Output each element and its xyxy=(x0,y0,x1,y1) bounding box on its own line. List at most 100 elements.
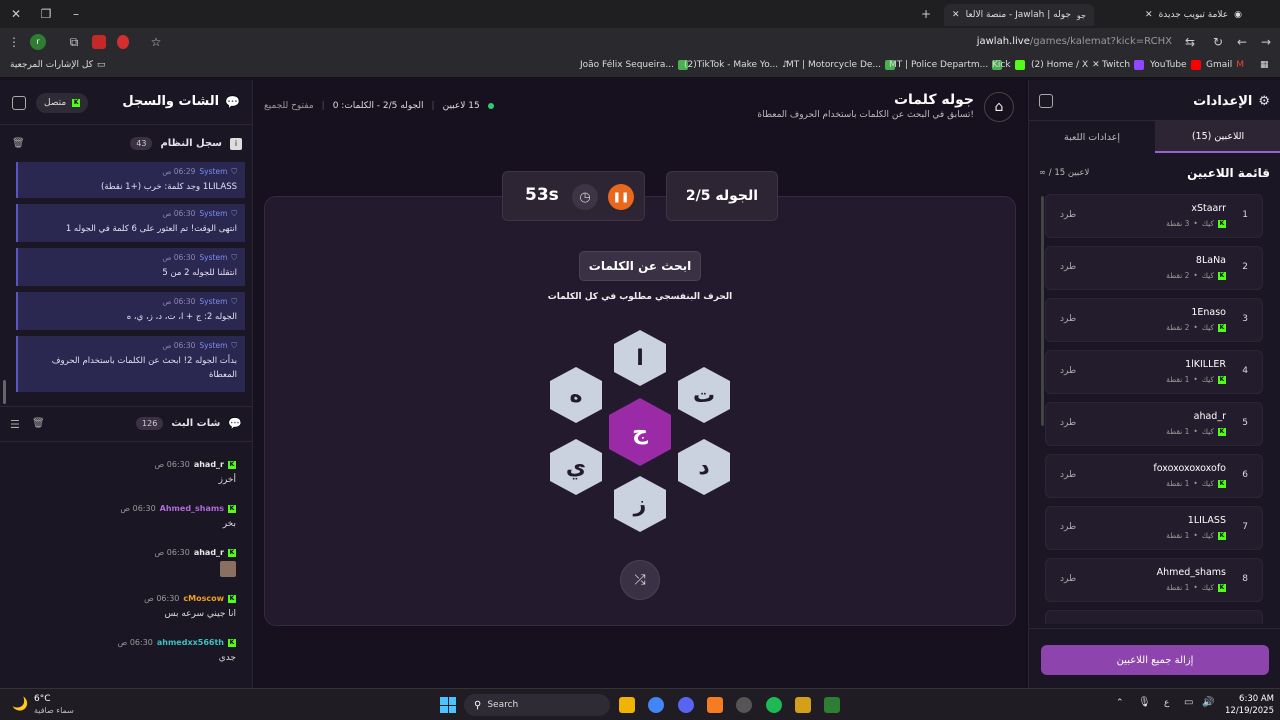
tab-players[interactable]: اللاعبين (15) xyxy=(1155,121,1280,153)
maximize-window-icon[interactable]: ❐ xyxy=(36,4,56,24)
kick-icon: K xyxy=(72,99,81,107)
show-hidden-icons-icon[interactable]: ⌃ xyxy=(1116,698,1124,708)
kick-player-button[interactable]: طرد xyxy=(1060,314,1076,324)
player-row: 3 1Enaso K كيك • 2 نقطة طرد xyxy=(1045,298,1263,342)
file-explorer-icon[interactable] xyxy=(619,697,635,713)
minimize-window-icon[interactable]: – xyxy=(66,4,86,24)
kick-icon: K xyxy=(228,460,236,469)
chat-message: KcMoscow 06:30 ص انا جيني سرعه بس xyxy=(144,594,236,619)
site-settings-icon[interactable]: ⇆ xyxy=(1180,32,1200,52)
weather-temp: 6°C xyxy=(34,694,51,704)
home-icon[interactable]: ⌂ xyxy=(984,92,1014,122)
player-list-scrollbar[interactable] xyxy=(1041,196,1044,426)
bookmark-item[interactable]: MT | Police Departm... xyxy=(889,60,1003,70)
collapse-panel-icon[interactable] xyxy=(1039,94,1053,108)
player-row: 5 ahad_r K كيك • 1 نقطة طرد xyxy=(1045,402,1263,446)
pause-icon[interactable]: ❚❚ xyxy=(608,184,634,210)
kick-icon: K xyxy=(1218,479,1226,488)
kick-icon: K xyxy=(1218,427,1226,436)
bookmark-item[interactable]: Kick xyxy=(992,60,1025,70)
volume-icon[interactable]: 🔊 xyxy=(1202,697,1214,708)
timer-box: ❚❚ ◷ 53s xyxy=(502,171,645,221)
profile-avatar[interactable]: r xyxy=(30,34,46,50)
apps-grid-icon[interactable]: ▦ xyxy=(1260,60,1269,70)
reload-icon[interactable]: ↻ xyxy=(1208,32,1228,52)
menu-icon[interactable]: ⋮ xyxy=(4,32,24,52)
spotify-icon[interactable] xyxy=(766,697,782,713)
address-toolbar: ⋮ r ⧉ ☆ jawlah.live/games/kalemat?kick=R… xyxy=(0,28,1280,56)
online-dot-icon xyxy=(487,103,494,109)
clock-icon: ◷ xyxy=(572,184,598,210)
clear-chat-trash-icon[interactable]: 🗑 xyxy=(32,418,45,429)
forward-icon[interactable]: ← xyxy=(1232,32,1252,52)
extension-x-icon[interactable] xyxy=(92,35,106,49)
close-tab-icon[interactable]: ✕ xyxy=(1145,10,1153,20)
tab-game-settings[interactable]: إعدادات اللعبة xyxy=(1029,121,1155,153)
youtube-icon xyxy=(1190,60,1201,70)
player-row: 4 1lKILLER K كيك • 1 نقطة طرد xyxy=(1045,350,1263,394)
gmail-icon: M xyxy=(1236,60,1245,70)
kick-icon: K xyxy=(1218,375,1226,384)
clock-time[interactable]: 6:30 AM xyxy=(1224,694,1274,704)
bookmark-star-icon[interactable]: ☆ xyxy=(146,32,166,52)
excel-icon[interactable] xyxy=(824,697,840,713)
app-icon[interactable] xyxy=(707,697,723,713)
extension-opera-icon[interactable] xyxy=(117,35,129,49)
url-field[interactable]: jawlah.live/games/kalemat?kick=RCHX xyxy=(170,31,1180,53)
app-icon[interactable] xyxy=(795,697,811,713)
game-area: ⌂ جوله كلمات تسابق في البحث عن الكلمات ب… xyxy=(254,80,1026,688)
system-log-entry: ⛉ System 06:30 ص انتقلنا للجوله 2 من 5 xyxy=(16,248,245,286)
remove-all-players-button[interactable]: إزالة جميع اللاعبين xyxy=(1041,645,1269,675)
chrome-icon[interactable] xyxy=(648,697,664,713)
kick-player-button[interactable]: طرد xyxy=(1060,210,1076,220)
windows-start-icon[interactable] xyxy=(440,697,456,713)
extensions-icon[interactable]: ⧉ xyxy=(64,32,84,52)
shuffle-icon[interactable]: ⤮ xyxy=(620,560,660,600)
kick-player-button[interactable]: طرد xyxy=(1060,366,1076,376)
new-tab-icon[interactable]: + xyxy=(916,4,936,24)
log-scrollbar[interactable] xyxy=(3,380,6,404)
clear-log-trash-icon[interactable]: 🗑 xyxy=(12,138,25,149)
chat-log-panel: K متصل 💬 الشات والسجل i سجل النظام 43 🗑 … xyxy=(0,80,253,688)
kick-player-button[interactable]: طرد xyxy=(1060,418,1076,428)
kick-icon xyxy=(1014,60,1025,70)
discord-icon[interactable] xyxy=(678,697,694,713)
kick-icon: K xyxy=(228,504,236,513)
network-icon[interactable]: ▭ xyxy=(1184,697,1193,708)
bookmark-item[interactable]: (2) Home / X ✕ xyxy=(1031,60,1100,70)
stream-chat-header: 💬 شات البث 126 xyxy=(136,417,242,430)
taskbar-search[interactable]: ⚲ Search xyxy=(464,694,610,716)
player-list-title: قائمة اللاعبين xyxy=(1187,166,1270,180)
kick-player-button[interactable]: طرد xyxy=(1060,262,1076,272)
kick-icon: K xyxy=(1218,531,1226,540)
bookmark-item[interactable]: Gmail M xyxy=(1206,60,1244,70)
player-row: 7 1LILASS K كيك • 1 نقطة طرد xyxy=(1045,506,1263,550)
folder-icon: ▭ xyxy=(96,60,106,70)
kick-icon: K xyxy=(1218,583,1226,592)
obs-icon[interactable] xyxy=(736,697,752,713)
back-icon[interactable]: → xyxy=(1256,32,1276,52)
bookmark-all[interactable]: كل الإشارات المرجعية ▭ xyxy=(10,60,105,70)
bookmark-item[interactable]: João Félix Sequeira... xyxy=(580,60,688,70)
bookmark-item[interactable]: (2)TikTok - Make Yo... ♪ xyxy=(684,60,788,70)
close-window-icon[interactable]: ✕ xyxy=(6,4,26,24)
microphone-icon[interactable]: 🎙 xyxy=(1138,697,1151,708)
x-icon: ✕ xyxy=(1092,60,1100,70)
bookmark-item[interactable]: MT | Motorcycle De... xyxy=(786,60,895,70)
tab-jawlah[interactable]: ﺟﻮ جوله | Jawlah - منصة الألعاب الت... ✕ xyxy=(944,4,1094,26)
kick-icon: K xyxy=(1218,323,1226,332)
weather-desc: سماء صافية xyxy=(34,706,74,715)
filter-list-icon[interactable]: ☰ xyxy=(10,418,20,431)
kick-player-button[interactable]: طرد xyxy=(1060,470,1076,480)
tab-new[interactable]: ◉ علامة تبويب جديدة ✕ xyxy=(1100,4,1250,26)
bookmark-item[interactable]: YouTube xyxy=(1150,60,1201,70)
kick-player-button[interactable]: طرد xyxy=(1060,574,1076,584)
emote-image xyxy=(220,561,236,577)
collapse-panel-icon[interactable] xyxy=(12,96,26,110)
clock-date[interactable]: 12/19/2025 xyxy=(1220,706,1274,716)
jawlah-favicon-icon: ﺟﻮ xyxy=(1076,10,1086,20)
kick-player-button[interactable]: طرد xyxy=(1060,522,1076,532)
bookmark-item[interactable]: Twitch xyxy=(1102,60,1145,70)
close-tab-icon[interactable]: ✕ xyxy=(952,10,960,20)
language-indicator[interactable]: ع xyxy=(1164,698,1169,708)
